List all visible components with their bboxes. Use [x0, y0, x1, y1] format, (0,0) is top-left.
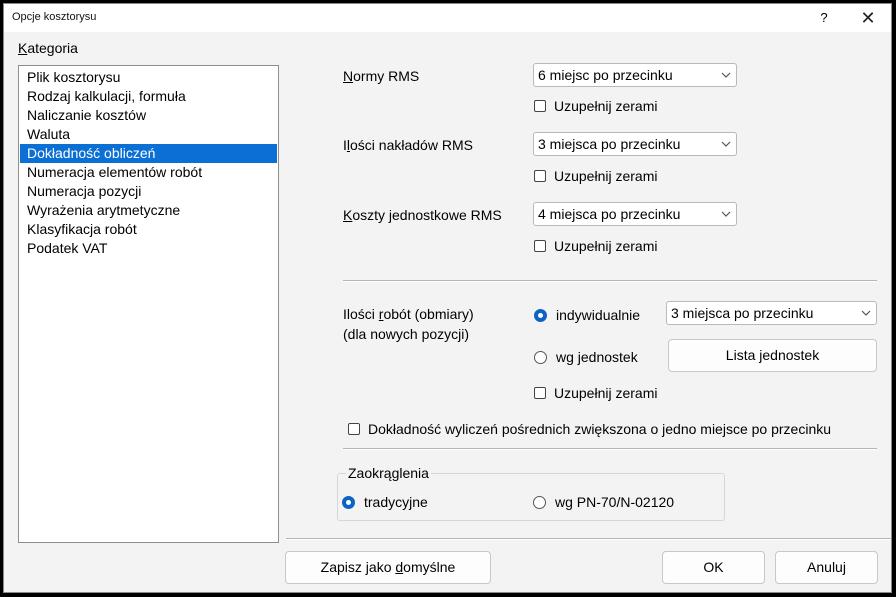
unit-costs-rms-value: 4 miejsca po przecinku — [538, 206, 681, 222]
checkbox-label: Uzupełnij zerami — [554, 98, 658, 114]
category-item[interactable]: Waluta — [20, 125, 277, 144]
works-precision-value: 3 miejsca po przecinku — [671, 305, 814, 321]
norms-rms-combo[interactable]: 6 miejsc po przecinku — [533, 63, 737, 87]
category-item[interactable]: Dokładność obliczeń — [20, 144, 277, 163]
checkbox-box[interactable] — [534, 240, 546, 252]
norms-rms-value: 6 miejsc po przecinku — [538, 67, 673, 83]
norms-rms-label: Normy RMS — [343, 68, 420, 84]
category-item[interactable]: Naliczanie kosztów — [20, 106, 277, 125]
unit-costs-fill-zeros-checkbox[interactable]: Uzupełnij zerami — [534, 238, 657, 254]
works-qty-sublabel: (dla nowych pozycji) — [343, 326, 470, 342]
checkbox-box[interactable] — [534, 387, 546, 399]
works-precision-combo[interactable]: 3 miejsca po przecinku — [666, 301, 877, 325]
unit-costs-rms-label: Koszty jednostkowe RMS — [343, 207, 502, 223]
unit-list-button[interactable]: Lista jednostek — [668, 339, 877, 372]
traditional-radio[interactable]: tradycyjne — [342, 494, 428, 510]
radio-label: indywidualnie — [556, 307, 641, 323]
input-qty-rms-value: 3 miejsca po przecinku — [538, 136, 681, 152]
separator — [343, 280, 877, 282]
footer-separator — [286, 538, 891, 540]
checkbox-box[interactable] — [348, 423, 360, 435]
category-item[interactable]: Podatek VAT — [20, 239, 277, 258]
category-item[interactable]: Klasyfikacja robót — [20, 220, 277, 239]
radio-label: wg PN-70/N-02120 — [555, 494, 675, 510]
category-item[interactable]: Wyrażenia arytmetyczne — [20, 201, 277, 220]
input-qty-rms-label: Ilości nakładów RMS — [343, 137, 473, 153]
unit-costs-rms-combo[interactable]: 4 miejsca po przecinku — [533, 202, 737, 226]
category-item[interactable]: Plik kosztorysu — [20, 68, 277, 87]
title-bar: Opcje kosztorysu ? ✕ — [4, 4, 891, 32]
ok-button[interactable]: OK — [662, 551, 765, 584]
chevron-down-icon — [721, 72, 731, 78]
works-qty-label: Ilości robót (obmiary) — [343, 306, 474, 322]
radio-dot[interactable] — [534, 308, 547, 322]
checkbox-label: Uzupełnij zerami — [554, 385, 658, 401]
qty-fill-zeros-checkbox[interactable]: Uzupełnij zerami — [534, 168, 657, 184]
category-item[interactable]: Numeracja elementów robót — [20, 163, 277, 182]
help-button[interactable]: ? — [811, 6, 837, 30]
radio-label: tradycyjne — [364, 494, 428, 510]
radio-label: wg jednostek — [556, 349, 638, 365]
radio-dot[interactable] — [534, 350, 547, 364]
chevron-down-icon — [721, 141, 731, 147]
pn-radio[interactable]: wg PN-70/N-02120 — [533, 494, 674, 510]
close-button[interactable]: ✕ — [851, 6, 885, 30]
window-title: Opcje kosztorysu — [12, 11, 97, 23]
radio-dot[interactable] — [533, 495, 546, 509]
radio-dot[interactable] — [342, 495, 355, 509]
separator — [343, 448, 877, 450]
checkbox-box[interactable] — [534, 100, 546, 112]
intermediate-precision-checkbox[interactable]: Dokładność wyliczeń pośrednich zwiększon… — [348, 421, 831, 437]
category-list[interactable]: Plik kosztorysu Rodzaj kalkulacji, formuł… — [18, 65, 279, 543]
checkbox-label: Uzupełnij zerami — [554, 168, 658, 184]
rounding-group-title: Zaokrąglenia — [346, 465, 431, 481]
category-item[interactable]: Rodzaj kalkulacji, formuła — [20, 87, 277, 106]
cancel-button[interactable]: Anuluj — [775, 551, 878, 584]
checkbox-box[interactable] — [534, 170, 546, 182]
chevron-down-icon — [721, 211, 731, 217]
save-as-default-button[interactable]: Zapisz jako domyślne — [285, 551, 491, 584]
works-fill-zeros-checkbox[interactable]: Uzupełnij zerami — [534, 385, 657, 401]
by-units-radio[interactable]: wg jednostek — [534, 349, 638, 365]
checkbox-label: Dokładność wyliczeń pośrednich zwiększon… — [368, 421, 832, 437]
norms-fill-zeros-checkbox[interactable]: Uzupełnij zerami — [534, 98, 657, 114]
input-qty-rms-combo[interactable]: 3 miejsca po przecinku — [533, 132, 737, 156]
individual-radio[interactable]: indywidualnie — [534, 307, 640, 323]
options-dialog: Opcje kosztorysu ? ✕ Kategoria Plik kosz… — [3, 3, 892, 593]
category-label: Kategoria — [18, 40, 78, 56]
chevron-down-icon — [861, 310, 871, 316]
checkbox-label: Uzupełnij zerami — [554, 238, 658, 254]
category-item[interactable]: Numeracja pozycji — [20, 182, 277, 201]
